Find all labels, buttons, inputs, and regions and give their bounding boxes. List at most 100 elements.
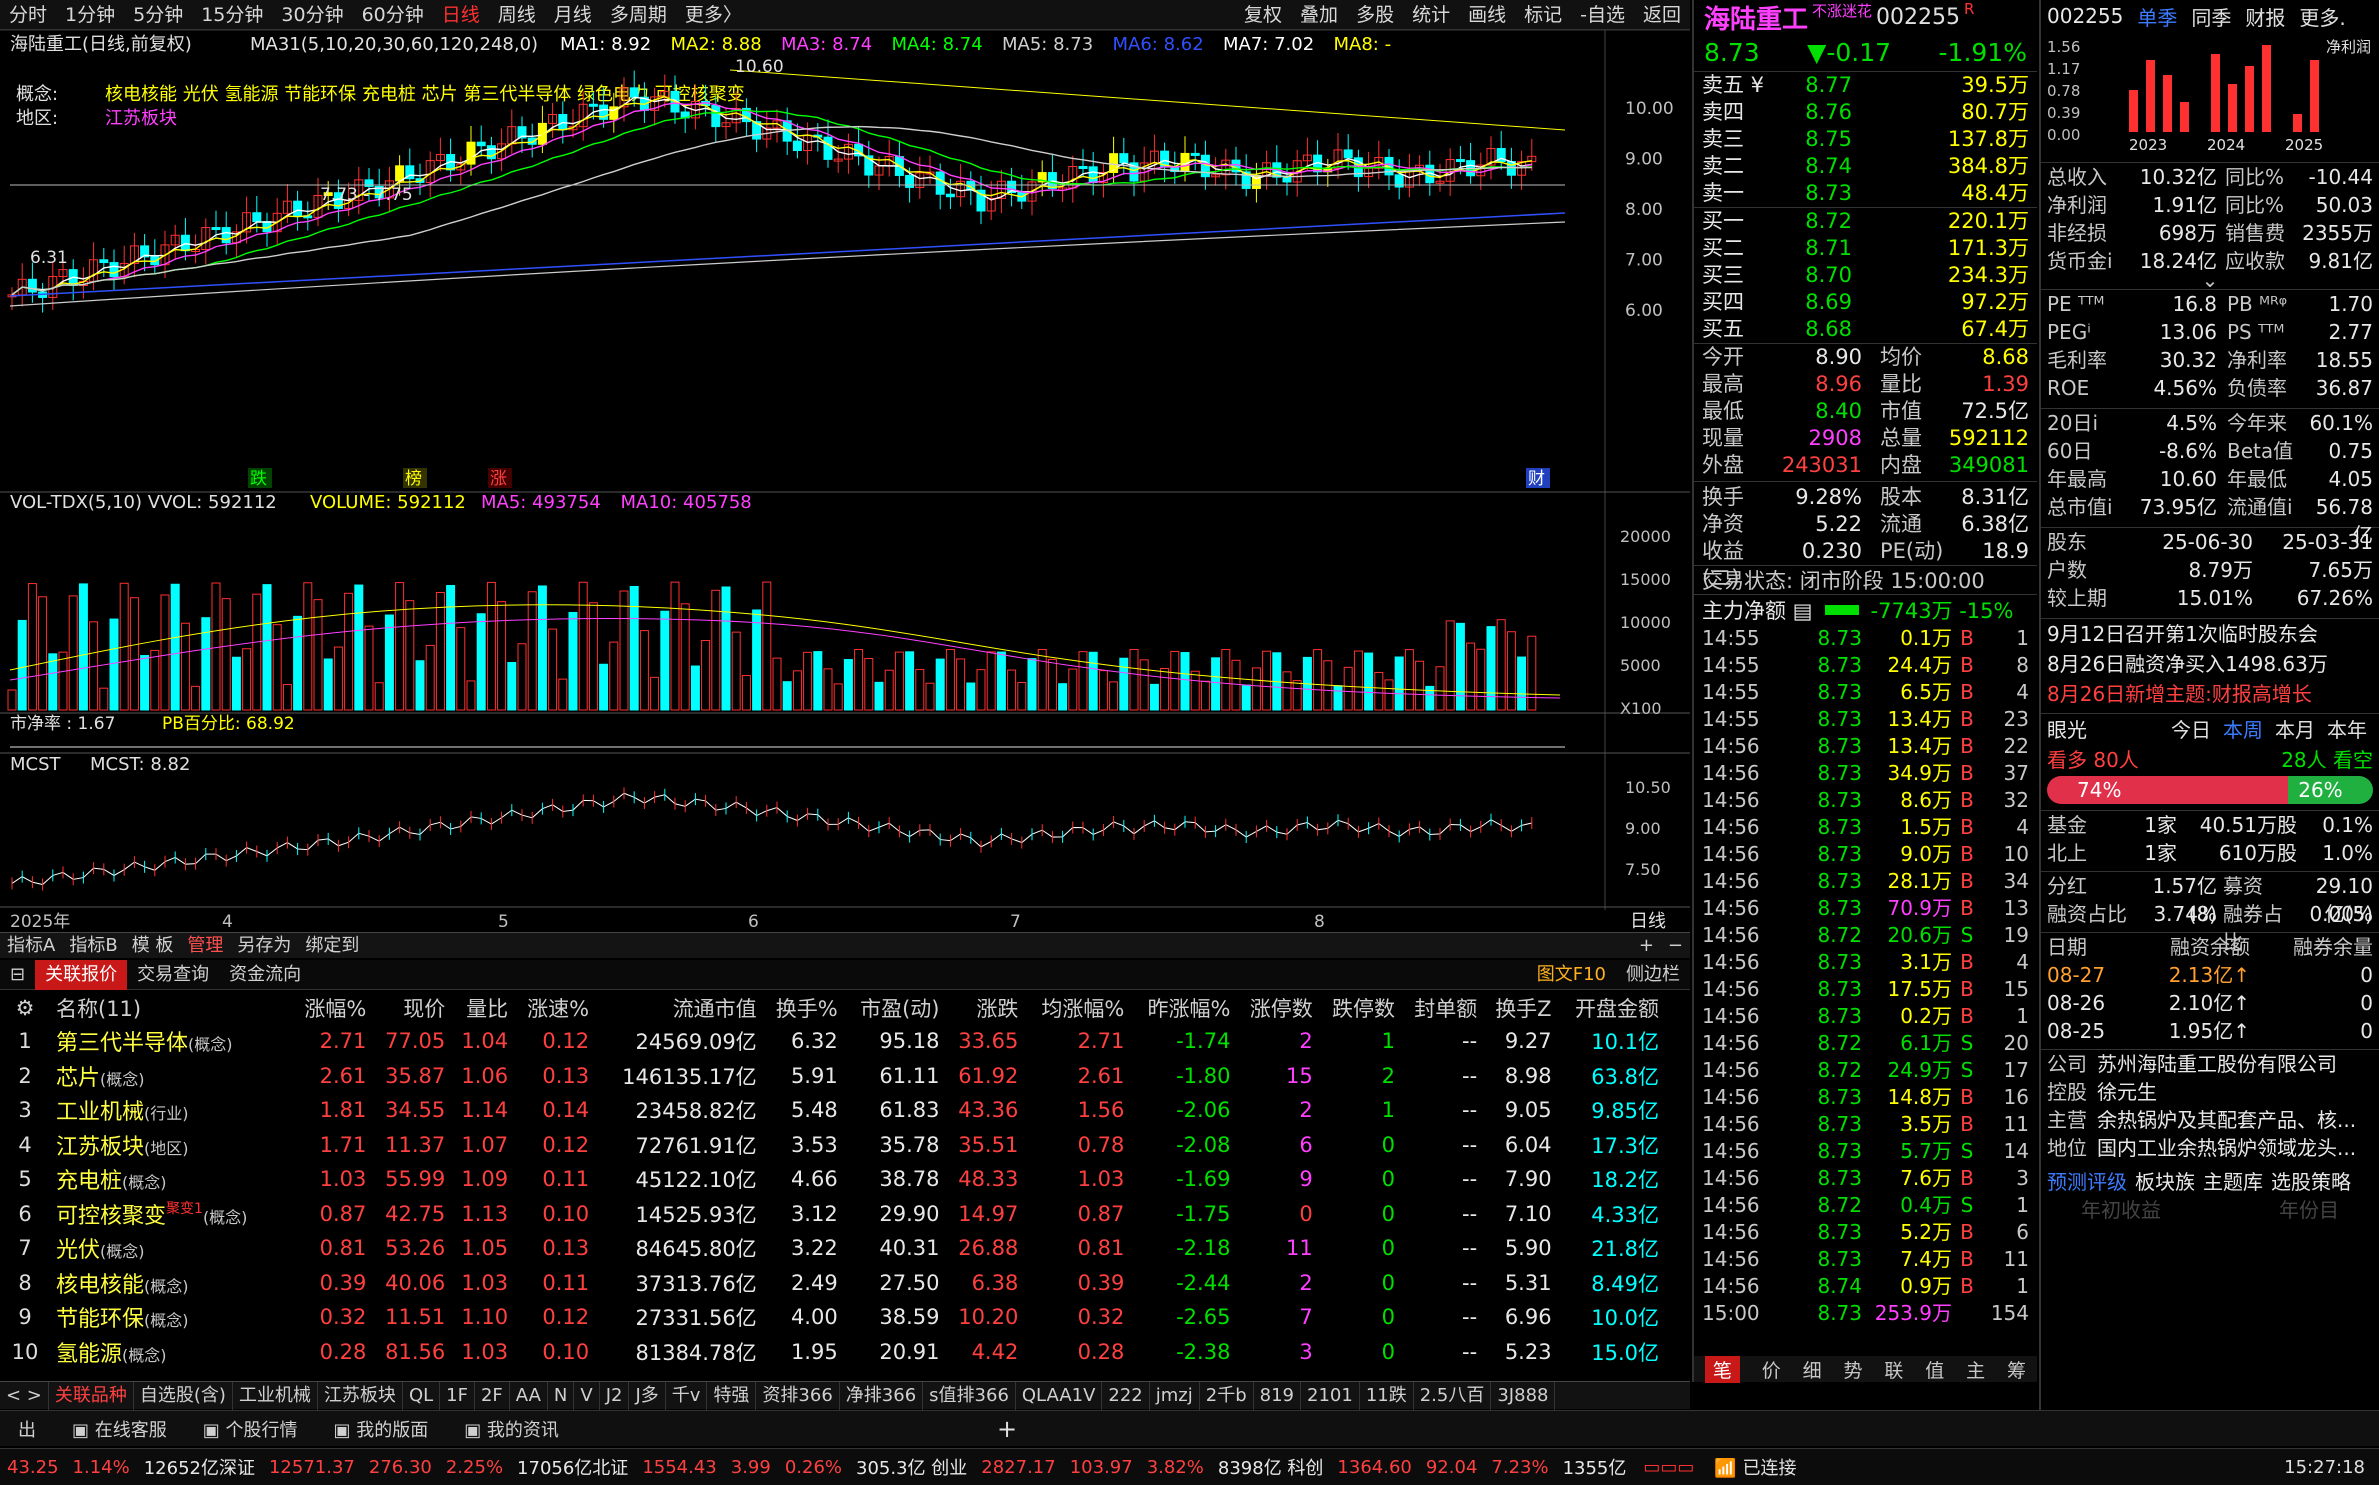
chart-area[interactable]: 海陆重工(日线,前复权) MA31(5,10,20,30,60,120,248,0…	[0, 29, 1690, 935]
quote-tab-细[interactable]: 细	[1803, 1356, 1822, 1383]
indicator-tab-指标A[interactable]: 指标A	[0, 933, 62, 959]
eye-tab-本年[interactable]: 本年	[2321, 714, 2373, 746]
tbl-right-侧边栏[interactable]: 侧边栏	[1616, 960, 1690, 990]
link-选股策略[interactable]: 选股策略	[2271, 1168, 2351, 1196]
col-header-7[interactable]: 市盈(动)	[844, 992, 946, 1024]
table-tab-关联报价[interactable]: 关联报价	[35, 959, 128, 990]
quote-tab-主[interactable]: 主	[1966, 1356, 1985, 1383]
table-row[interactable]: 1 第三代半导体(概念) 2.71 77.05 1.04 0.12 24569.09亿 6.3…	[0, 1024, 1665, 1059]
bottom-tab-N[interactable]: N	[548, 1381, 575, 1410]
table-row[interactable]: 7 光伏(概念) 0.81 53.26 1.05 0.13 84645.80亿 3.22 40.…	[0, 1231, 1665, 1266]
bear-bar[interactable]: 26%	[2288, 776, 2373, 804]
sector-name[interactable]: 核电核能(概念)	[56, 1266, 291, 1301]
quote-tab-笔[interactable]: 笔	[1704, 1355, 1740, 1383]
menu-right-多股[interactable]: 多股	[1347, 0, 1403, 30]
col-header-3[interactable]: 量比	[451, 992, 514, 1024]
eye-tab-本周[interactable]: 本周	[2217, 714, 2269, 746]
sector-name[interactable]: 氢能源(概念)	[56, 1335, 291, 1370]
menu-item-15分钟[interactable]: 15分钟	[192, 0, 272, 30]
col-header-13[interactable]: 封单额	[1401, 992, 1483, 1024]
menu-right-统计[interactable]: 统计	[1403, 0, 1459, 30]
menu-item-5分钟[interactable]: 5分钟	[124, 0, 192, 30]
col-header-11[interactable]: 涨停数	[1236, 992, 1318, 1024]
table-row[interactable]: 4 江苏板块(地区) 1.71 11.37 1.07 0.12 72761.91亿 3.53 3…	[0, 1128, 1665, 1163]
nav-arrows[interactable]: < >	[0, 1381, 49, 1410]
bottom-tab-净排366[interactable]: 净排366	[840, 1381, 924, 1410]
table-row[interactable]: 6 可控核聚变聚变1(概念) 0.87 42.75 1.13 0.10 14525.93亿 3…	[0, 1197, 1665, 1232]
ind-right-btn[interactable]: +	[1632, 933, 1661, 959]
table-tab-交易查询[interactable]: 交易查询	[127, 960, 219, 990]
news-item-2[interactable]: 8月26日新增主题:财报高增长	[2041, 679, 2379, 709]
menu-item-日线[interactable]: 日线	[433, 0, 489, 30]
col-header-10[interactable]: 昨涨幅%	[1130, 992, 1236, 1024]
menu-item-月线[interactable]: 月线	[545, 0, 601, 30]
bottom-tab-资排366[interactable]: 资排366	[756, 1381, 840, 1410]
menu-right-返回[interactable]: 返回	[1634, 0, 1690, 30]
bottom-tab-819[interactable]: 819	[1254, 1381, 1301, 1410]
fin-tab-同季[interactable]: 同季	[2191, 2, 2231, 31]
sector-name[interactable]: 江苏板块(地区)	[56, 1128, 291, 1163]
bottom-tab-江苏板块[interactable]: 江苏板块	[318, 1381, 403, 1410]
col-header-9[interactable]: 均涨幅%	[1024, 992, 1130, 1024]
table-row[interactable]: 5 充电桩(概念) 1.03 55.99 1.09 0.11 45122.10亿 4.66 38…	[0, 1162, 1665, 1197]
bottom-tab-AA[interactable]: AA	[510, 1381, 548, 1410]
col-header-12[interactable]: 跌停数	[1319, 992, 1401, 1024]
menu-item-更多〉[interactable]: 更多〉	[676, 0, 751, 30]
bottom-tab-2千b[interactable]: 2千b	[1200, 1381, 1254, 1410]
bottom-tab-QLAA1V[interactable]: QLAA1V	[1016, 1381, 1103, 1410]
footer-item-0[interactable]: 出	[0, 1416, 54, 1442]
gear-icon[interactable]: ⚙	[0, 992, 56, 1024]
quote-tab-值[interactable]: 值	[1925, 1356, 1944, 1383]
menu-right-标记[interactable]: 标记	[1515, 0, 1571, 30]
bottom-tab-特强[interactable]: 特强	[707, 1381, 757, 1410]
fin-tab-财报[interactable]: 财报	[2245, 2, 2285, 31]
col-header-4[interactable]: 涨速%	[514, 992, 595, 1024]
expand-chevron-icon[interactable]: ⌄	[2041, 270, 2379, 290]
bottom-tab-V[interactable]: V	[574, 1381, 600, 1410]
menu-item-多周期[interactable]: 多周期	[601, 0, 676, 30]
bottom-tab-2F[interactable]: 2F	[475, 1381, 510, 1410]
sector-name[interactable]: 第三代半导体(概念)	[56, 1024, 291, 1059]
sector-name[interactable]: 芯片(概念)	[56, 1059, 291, 1094]
bottom-tab-J2[interactable]: J2	[600, 1381, 630, 1410]
table-row[interactable]: 9 节能环保(概念) 0.32 11.51 1.10 0.12 27331.56亿 4.00 3…	[0, 1300, 1665, 1335]
sector-name[interactable]: 工业机械(行业)	[56, 1093, 291, 1128]
col-header-5[interactable]: 流通市值	[595, 992, 763, 1024]
bottom-tab-自选股(含)[interactable]: 自选股(含)	[134, 1381, 233, 1410]
col-header-8[interactable]: 涨跌	[946, 992, 1025, 1024]
bottom-tab-s值排366[interactable]: s值排366	[923, 1381, 1016, 1410]
menu-item-1分钟[interactable]: 1分钟	[56, 0, 124, 30]
bottom-tab-千v[interactable]: 千v	[666, 1381, 708, 1410]
link-板块族[interactable]: 板块族	[2135, 1168, 2195, 1196]
footer-item-2[interactable]: ▣ 个股行情	[185, 1416, 316, 1442]
sector-name[interactable]: 充电桩(概念)	[56, 1162, 291, 1197]
col-header-1[interactable]: 涨幅%	[291, 992, 372, 1024]
ind-right-btn[interactable]: −	[1661, 933, 1690, 959]
col-header-14[interactable]: 换手Z	[1483, 992, 1557, 1024]
footer-item-1[interactable]: ▣ 在线客服	[54, 1416, 185, 1442]
menu-item-分时[interactable]: 分时	[0, 0, 56, 30]
table-row[interactable]: 10 氢能源(概念) 0.28 81.56 1.03 0.10 81384.78亿 1.95 2…	[0, 1335, 1665, 1370]
add-button[interactable]: +	[997, 1415, 1017, 1443]
indicator-tab-另存为[interactable]: 另存为	[230, 933, 298, 959]
fin-tab-更多.[interactable]: 更多.	[2299, 2, 2345, 31]
table-row[interactable]: 8 核电核能(概念) 0.39 40.06 1.03 0.11 37313.76亿 2.49 2…	[0, 1266, 1665, 1301]
menu-right-画线[interactable]: 画线	[1459, 0, 1515, 30]
sector-name[interactable]: 可控核聚变聚变1(概念)	[56, 1197, 291, 1232]
menu-right--自选[interactable]: -自选	[1571, 0, 1634, 30]
link-主题库[interactable]: 主题库	[2203, 1168, 2263, 1196]
menu-item-周线[interactable]: 周线	[489, 0, 545, 30]
quote-tab-联[interactable]: 联	[1884, 1356, 1903, 1383]
menu-item-60分钟[interactable]: 60分钟	[353, 0, 433, 30]
menu-item-30分钟[interactable]: 30分钟	[272, 0, 352, 30]
menu-right-复权[interactable]: 复权	[1235, 0, 1291, 30]
quote-tab-筹[interactable]: 筹	[2007, 1356, 2026, 1383]
col-header-0[interactable]: 名称(11)	[56, 992, 291, 1024]
link-预测评级[interactable]: 预测评级	[2047, 1168, 2127, 1196]
bottom-tab-11跌[interactable]: 11跌	[1360, 1381, 1414, 1410]
bottom-tab-1F[interactable]: 1F	[440, 1381, 475, 1410]
eye-tab-今日[interactable]: 今日	[2165, 714, 2217, 746]
eye-tab-本月[interactable]: 本月	[2269, 714, 2321, 746]
menu-right-叠加[interactable]: 叠加	[1291, 0, 1347, 30]
bottom-tab-2101[interactable]: 2101	[1301, 1381, 1360, 1410]
